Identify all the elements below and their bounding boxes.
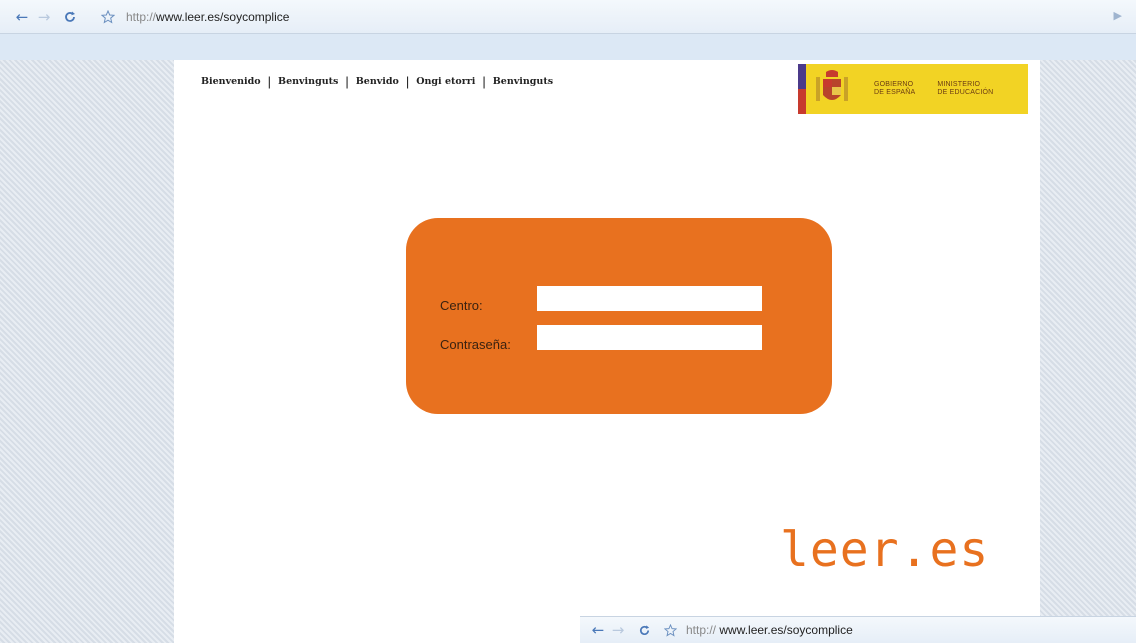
gov-text-ministerio: MINISTERIO DE EDUCACIÓN	[937, 81, 993, 97]
page-content: Bienvenido | Benvinguts | Benvido | Ongi…	[174, 60, 1040, 618]
gov-line: GOBIERNO	[874, 81, 914, 88]
lang-link-bienvenido[interactable]: Bienvenido	[201, 76, 261, 87]
browser-toolbar: ← → http:// www.leer.es/soycomplice ▶	[0, 0, 1136, 34]
url-host: www.leer.es/soycomplice	[719, 623, 853, 637]
lang-link-benvinguts[interactable]: Benvinguts	[278, 76, 338, 87]
secondary-browser-toolbar: ← → http:// www.leer.es/soycomplice	[580, 616, 1136, 643]
lang-link-ongi-etorri[interactable]: Ongi etorri	[416, 76, 475, 87]
back-arrow-icon[interactable]: ←	[12, 7, 32, 27]
toolbar-strip	[0, 34, 1136, 60]
go-arrow-icon[interactable]: ▶	[1114, 9, 1122, 22]
reload-icon[interactable]	[60, 7, 80, 27]
coat-of-arms-icon	[814, 69, 850, 109]
url-bar[interactable]: http:// www.leer.es/soycomplice	[126, 7, 1126, 27]
gov-line: DE EDUCACIÓN	[937, 89, 994, 96]
leer-es-logo: leer.es	[780, 522, 990, 578]
page-side-right	[1040, 60, 1136, 643]
lang-separator: |	[405, 74, 410, 89]
url-protocol: http://	[686, 623, 717, 637]
centro-input[interactable]	[537, 286, 762, 311]
gov-line: MINISTERIO	[937, 81, 981, 88]
url-bar[interactable]: http:// www.leer.es/soycomplice	[686, 623, 853, 637]
gov-text-gobierno: GOBIERNO DE ESPAÑA	[874, 81, 915, 97]
forward-arrow-icon[interactable]: →	[608, 620, 628, 640]
spain-flag-stripe	[798, 64, 806, 114]
star-icon[interactable]	[660, 620, 680, 640]
lang-separator: |	[267, 74, 272, 89]
gov-line: DE ESPAÑA	[874, 89, 916, 96]
url-protocol: http://	[126, 10, 157, 24]
password-label: Contraseña:	[440, 337, 511, 352]
back-arrow-icon[interactable]: ←	[588, 620, 608, 640]
centro-label: Centro:	[440, 298, 483, 313]
star-icon[interactable]	[98, 7, 118, 27]
login-form: Centro: Contraseña:	[406, 218, 832, 414]
lang-separator: |	[345, 74, 349, 89]
url-host: www.leer.es/soycomplice	[156, 10, 290, 24]
lang-link-benvido[interactable]: Benvido	[356, 76, 399, 87]
lang-separator: |	[482, 74, 486, 89]
password-input[interactable]	[537, 325, 762, 350]
government-logo[interactable]: GOBIERNO DE ESPAÑA MINISTERIO DE EDUCACI…	[798, 64, 1028, 114]
forward-arrow-icon[interactable]: →	[34, 7, 54, 27]
language-nav: Bienvenido | Benvinguts | Benvido | Ongi…	[201, 74, 553, 89]
lang-link-benvinguts-2[interactable]: Benvinguts	[493, 76, 553, 87]
reload-icon[interactable]	[634, 620, 654, 640]
page-side-left	[0, 60, 174, 643]
